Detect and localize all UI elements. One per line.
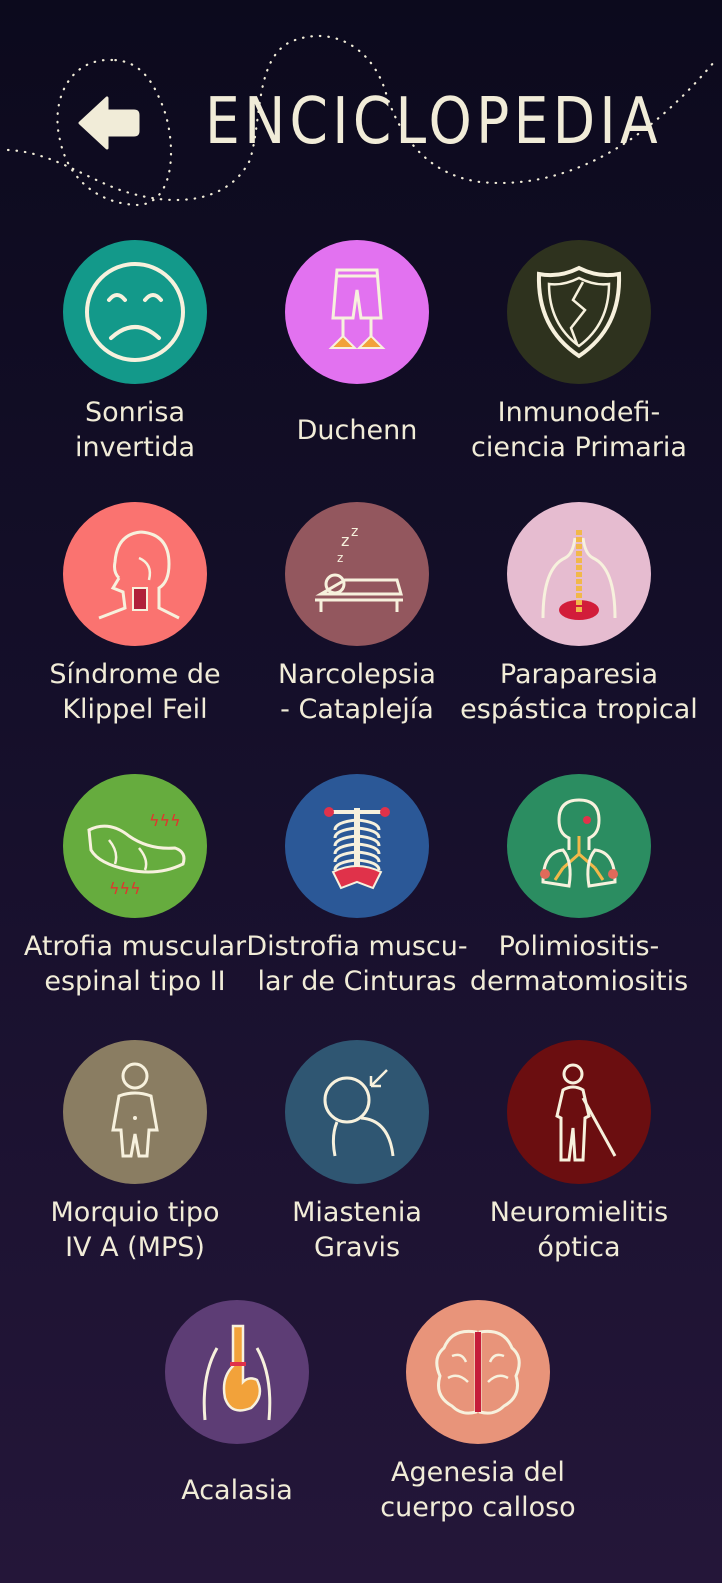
encyclopedia-item[interactable]: Morquio tipo IV A (MPS) [15, 1040, 255, 1266]
encyclopedia-item[interactable]: Neuromielitis óptica [459, 1040, 699, 1266]
item-label: Duchenn [296, 414, 418, 446]
brain-icon [435, 1329, 521, 1415]
item-label: Miastenia Gravis [292, 1197, 422, 1263]
item-icon-circle [507, 1040, 651, 1184]
item-icon-circle [63, 502, 207, 646]
item-icon-circle [165, 1300, 309, 1444]
item-label: Polimiositis- dermatomiositis [469, 931, 689, 997]
encyclopedia-item[interactable]: Inmunodefi- ciencia Primaria [459, 240, 699, 466]
page-title: ENCICLOPEDIA [205, 85, 662, 159]
svg-text:z: z [341, 531, 349, 550]
child-body-icon [111, 1062, 159, 1158]
item-label: Atrofia muscular espinal tipo II [23, 931, 247, 997]
skeleton-torso-icon [324, 807, 390, 890]
lying-body-icon: ϟϟϟ ϟϟϟ [87, 811, 186, 898]
encyclopedia-item[interactable]: ϟϟϟ ϟϟϟ Atrofia muscular espinal tipo II [15, 774, 255, 1000]
item-label: Distrofia muscu- lar de Cinturas [246, 931, 468, 997]
item-label: Agenesia del cuerpo calloso [380, 1457, 576, 1523]
shorts-duck-feet-icon [328, 268, 386, 349]
item-icon-circle [285, 240, 429, 384]
sleeping-person-icon: z z z [315, 524, 403, 612]
svg-text:ϟϟϟ: ϟϟϟ [109, 879, 141, 898]
item-label: Morquio tipo IV A (MPS) [50, 1197, 220, 1263]
item-icon-circle [507, 774, 651, 918]
encyclopedia-item[interactable]: Agenesia del cuerpo calloso [358, 1300, 598, 1526]
encyclopedia-item[interactable]: Síndrome de Klippel Feil [15, 502, 255, 728]
stomach-icon [202, 1324, 272, 1421]
drooping-head-icon [323, 1069, 395, 1157]
item-label: Acalasia [181, 1474, 293, 1506]
head-neck-icon [98, 530, 180, 620]
item-icon-circle [285, 774, 429, 918]
svg-text:z: z [337, 551, 343, 565]
encyclopedia-item[interactable]: Miastenia Gravis [237, 1040, 477, 1266]
item-icon-circle [507, 240, 651, 384]
back-button[interactable] [74, 88, 144, 158]
arrow-left-icon [78, 96, 140, 150]
item-label: Sonrisa invertida [74, 397, 196, 463]
svg-text:z: z [351, 524, 358, 540]
svg-text:ϟϟϟ: ϟϟϟ [149, 811, 181, 830]
item-icon-circle [285, 1040, 429, 1184]
encyclopedia-item[interactable]: z z z Narcolepsia - Cataplejía [237, 502, 477, 728]
item-label: Inmunodefi- ciencia Primaria [471, 397, 687, 463]
sad-face-icon [85, 262, 185, 362]
encyclopedia-item[interactable]: Polimiositis- dermatomiositis [459, 774, 699, 1000]
item-label: Narcolepsia - Cataplejía [278, 659, 436, 725]
encyclopedia-item[interactable]: Duchenn [237, 240, 477, 466]
person-with-cane-icon [555, 1063, 617, 1162]
encyclopedia-item[interactable]: Distrofia muscu- lar de Cinturas [237, 774, 477, 1000]
encyclopedia-item[interactable]: Acalasia [117, 1300, 357, 1526]
lungs-icon [540, 798, 618, 888]
item-icon-circle [63, 1040, 207, 1184]
encyclopedia-item[interactable]: Sonrisa invertida [15, 240, 255, 466]
item-icon-circle: ϟϟϟ ϟϟϟ [63, 774, 207, 918]
item-icon-circle: z z z [285, 502, 429, 646]
item-label: Síndrome de Klippel Feil [49, 659, 221, 725]
item-icon-circle [63, 240, 207, 384]
item-label: Neuromielitis óptica [489, 1197, 669, 1263]
item-icon-circle [406, 1300, 550, 1444]
spine-back-icon [541, 530, 617, 620]
encyclopedia-item[interactable]: Paraparesia espástica tropical [459, 502, 699, 728]
broken-shield-icon [536, 265, 622, 359]
item-icon-circle [507, 502, 651, 646]
item-label: Paraparesia espástica tropical [460, 659, 698, 725]
